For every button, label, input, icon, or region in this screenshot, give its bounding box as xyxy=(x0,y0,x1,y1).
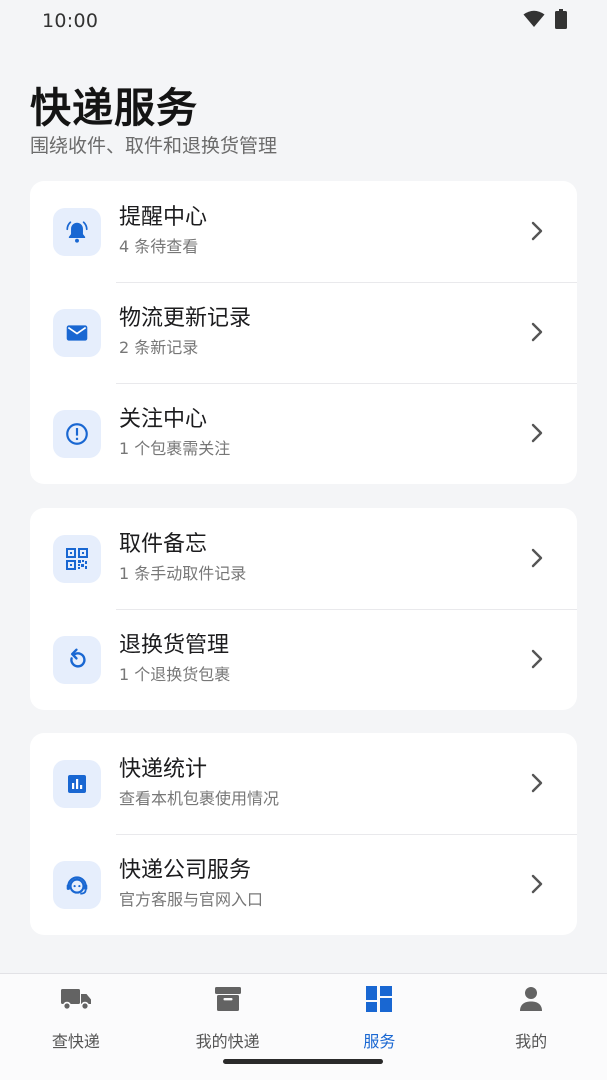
chevron-right-icon xyxy=(531,423,543,447)
menu-item-subtitle: 1 条手动取件记录 xyxy=(119,564,247,583)
nav-item-my-packages[interactable]: 我的快递 xyxy=(152,974,304,1080)
nav-item-services[interactable]: 服务 xyxy=(304,974,456,1080)
chevron-right-icon xyxy=(531,548,543,572)
support-agent-icon xyxy=(53,861,101,909)
nav-item-profile[interactable]: 我的 xyxy=(455,974,607,1080)
menu-item-subtitle: 1 个退换货包裹 xyxy=(119,665,231,684)
chevron-right-icon xyxy=(531,322,543,346)
service-group-notifications: 提醒中心 4 条待查看 物流更新记录 2 条新记录 关注中心 1 个包裹需关注 xyxy=(30,181,577,484)
refresh-icon xyxy=(53,636,101,684)
menu-item-logistics-updates[interactable]: 物流更新记录 2 条新记录 xyxy=(30,282,577,383)
truck-icon xyxy=(60,980,92,1018)
battery-icon xyxy=(555,9,567,33)
menu-item-delivery-stats[interactable]: 快递统计 查看本机包裹使用情况 xyxy=(30,733,577,834)
menu-item-pickup-memo[interactable]: 取件备忘 1 条手动取件记录 xyxy=(30,508,577,609)
menu-item-title: 快递统计 xyxy=(119,757,208,782)
menu-item-subtitle: 1 个包裹需关注 xyxy=(119,439,231,458)
menu-item-title: 物流更新记录 xyxy=(119,306,252,331)
menu-item-title: 退换货管理 xyxy=(119,633,230,658)
menu-item-subtitle: 4 条待查看 xyxy=(119,237,199,256)
menu-item-courier-services[interactable]: 快递公司服务 官方客服与官网入口 xyxy=(30,834,577,935)
archive-box-icon xyxy=(214,980,242,1018)
menu-item-title: 关注中心 xyxy=(119,407,208,432)
status-icons xyxy=(523,9,567,33)
bar-chart-icon xyxy=(53,760,101,808)
bell-alert-icon xyxy=(53,208,101,256)
page-subtitle: 围绕收件、取件和退换货管理 xyxy=(30,135,278,157)
status-bar: 10:00 xyxy=(0,0,607,42)
status-time: 10:00 xyxy=(42,10,99,32)
menu-item-text: 提醒中心 4 条待查看 xyxy=(119,204,207,257)
wifi-icon xyxy=(523,10,545,32)
nav-label: 服务 xyxy=(363,1032,396,1051)
menu-item-subtitle: 官方客服与官网入口 xyxy=(119,890,264,909)
page-title: 快递服务 xyxy=(30,84,198,132)
menu-item-title: 提醒中心 xyxy=(119,205,208,230)
menu-item-subtitle: 2 条新记录 xyxy=(119,338,199,357)
menu-item-title: 取件备忘 xyxy=(119,532,208,557)
dashboard-icon xyxy=(366,980,393,1018)
menu-item-text: 关注中心 1 个包裹需关注 xyxy=(119,406,230,459)
chevron-right-icon xyxy=(531,874,543,898)
person-icon xyxy=(519,980,543,1018)
qr-code-icon xyxy=(53,535,101,583)
alert-circle-icon xyxy=(53,410,101,458)
menu-item-reminder-center[interactable]: 提醒中心 4 条待查看 xyxy=(30,181,577,282)
menu-item-text: 快递公司服务 官方客服与官网入口 xyxy=(119,857,263,910)
chevron-right-icon xyxy=(531,773,543,797)
chevron-right-icon xyxy=(531,221,543,245)
screen: 10:00 快递服务 围绕收件、取件和退换货管理 提醒中心 4 条待查看 物流更… xyxy=(0,0,607,1080)
chevron-right-icon xyxy=(531,649,543,673)
menu-item-subtitle: 查看本机包裹使用情况 xyxy=(119,789,280,808)
service-group-info: 快递统计 查看本机包裹使用情况 快递公司服务 官方客服与官网入口 xyxy=(30,733,577,935)
nav-item-track[interactable]: 查快递 xyxy=(0,974,152,1080)
menu-item-text: 退换货管理 1 个退换货包裹 xyxy=(119,632,230,685)
home-indicator[interactable] xyxy=(223,1059,383,1064)
menu-item-returns-management[interactable]: 退换货管理 1 个退换货包裹 xyxy=(30,609,577,710)
menu-item-text: 取件备忘 1 条手动取件记录 xyxy=(119,531,246,584)
nav-label: 我的快递 xyxy=(195,1032,260,1051)
menu-item-text: 物流更新记录 2 条新记录 xyxy=(119,305,251,358)
nav-label: 我的 xyxy=(515,1032,548,1051)
menu-item-text: 快递统计 查看本机包裹使用情况 xyxy=(119,756,279,809)
menu-item-watch-center[interactable]: 关注中心 1 个包裹需关注 xyxy=(30,383,577,484)
menu-item-title: 快递公司服务 xyxy=(119,858,252,883)
mail-icon xyxy=(53,309,101,357)
nav-label: 查快递 xyxy=(51,1032,100,1051)
service-group-pickup: 取件备忘 1 条手动取件记录 退换货管理 1 个退换货包裹 xyxy=(30,508,577,710)
